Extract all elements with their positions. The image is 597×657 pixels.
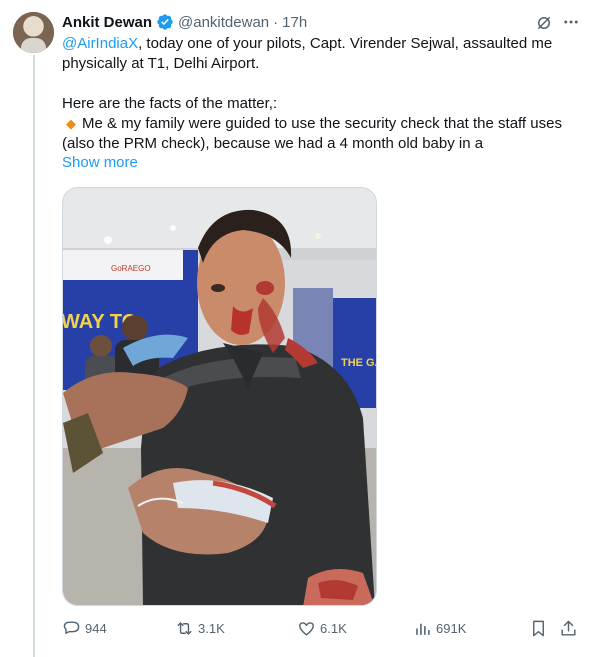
views-icon [416,623,430,635]
avatar[interactable] [13,12,54,53]
bookmark-icon [533,620,544,636]
tweet-text-line3: Me & my family were guided to use the se… [62,115,562,152]
more-icon[interactable] [562,13,580,31]
repost-button[interactable]: 3.1K [175,616,225,640]
sign-brand: GoRAEGO [111,264,151,273]
views-button[interactable]: 691K [413,616,466,640]
mention-link[interactable]: @AirIndiaX [62,35,138,52]
grok-icon[interactable] [535,14,553,32]
share-icon [561,620,576,636]
sign-text-right: THE GA [341,357,377,369]
reply-icon [63,620,80,634]
timestamp[interactable]: 17h [282,14,307,31]
reply-button[interactable]: 944 [62,616,107,640]
share-button[interactable] [559,616,578,640]
show-more-link[interactable]: Show more [62,154,138,171]
like-count: 6.1K [320,620,347,636]
tweet-paragraph-3: ◆ Me & my family were guided to use the s… [62,114,582,154]
repost-count: 3.1K [198,620,225,636]
tweet-text: @AirIndiaX, today one of your pilots, Ca… [62,34,582,154]
author-handle[interactable]: @ankitdewan [178,14,269,31]
reply-count: 944 [85,620,107,636]
thread-line [33,55,35,657]
separator-dot: · [273,13,279,31]
verified-badge-icon [156,13,174,31]
tweet-actions: 944 3.1K 6.1K 691K [62,616,582,640]
heart-icon [299,621,314,636]
tweet-header: Ankit Dewan @ankitdewan · 17h [62,12,307,32]
bookmark-button[interactable] [529,616,548,640]
repost-icon [177,621,192,635]
orange-diamond-icon: ◆ [66,116,76,131]
tweet-photo[interactable]: GoRAEGO WAY TO THE GA [62,187,377,606]
author-name[interactable]: Ankit Dewan [62,14,152,31]
tweet-paragraph-2: Here are the facts of the matter,: [62,95,278,112]
tweet-paragraph-1: @AirIndiaX, today one of your pilots, Ca… [62,34,582,74]
views-count: 691K [436,620,467,636]
like-button[interactable]: 6.1K [297,616,347,640]
